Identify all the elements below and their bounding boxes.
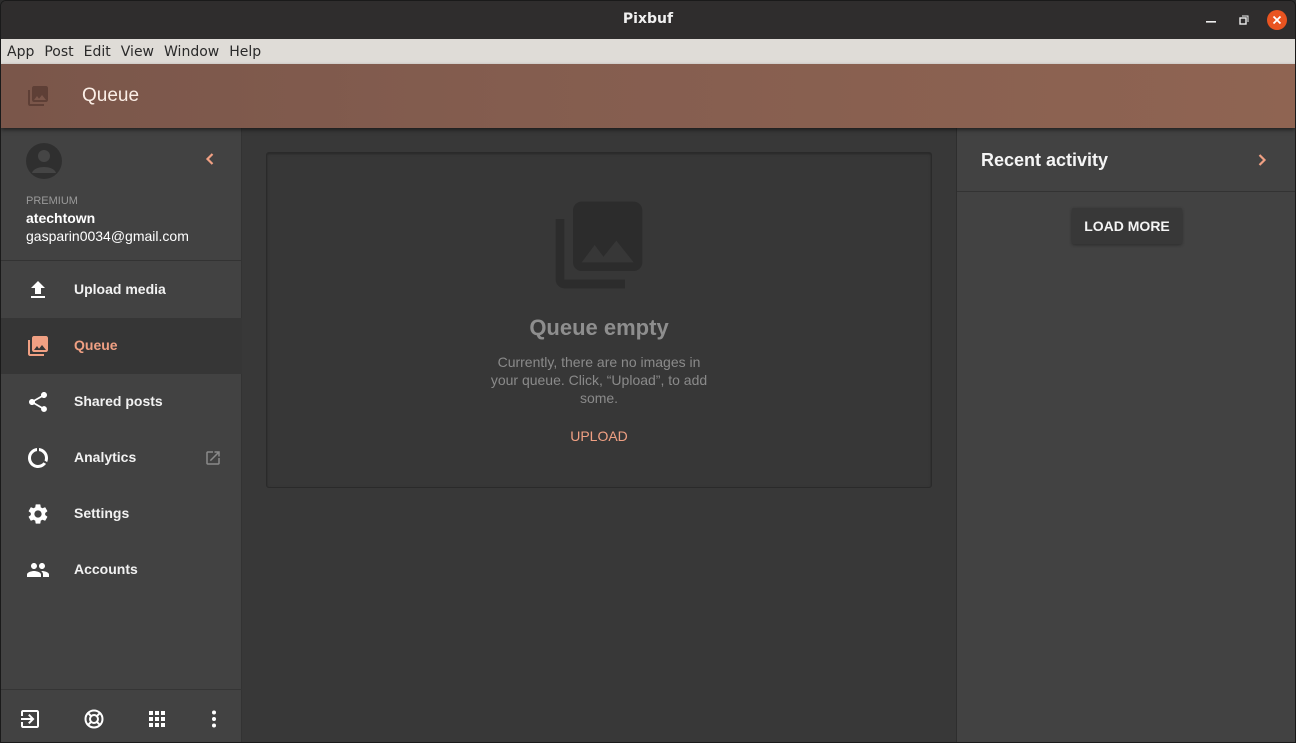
sidebar-item-label: Analytics — [74, 449, 137, 465]
recent-activity-title: Recent activity — [981, 150, 1109, 170]
menu-bar: App Post Edit View Window Help — [1, 39, 1295, 64]
close-icon — [1272, 15, 1282, 25]
apps-grid-icon[interactable] — [145, 707, 169, 731]
sidebar-item-queue[interactable]: Queue — [1, 318, 242, 374]
recent-activity-panel: Recent activity LOAD MORE — [956, 128, 1295, 742]
page-title: Queue — [82, 85, 140, 106]
photo-library-icon — [28, 86, 48, 106]
restore-button[interactable] — [1234, 10, 1254, 30]
window-title: Pixbuf — [622, 11, 674, 27]
photo-library-icon — [555, 201, 643, 289]
sidebar-item-label: Queue — [74, 337, 118, 353]
sidebar-nav: Upload media Queue Shared posts Analytic… — [1, 262, 242, 598]
chevron-right-icon — [1258, 154, 1267, 166]
queue-empty-card: Queue empty Currently, there are no imag… — [266, 152, 932, 488]
chevron-left-icon — [205, 153, 214, 165]
share-icon — [29, 392, 47, 412]
gear-icon — [28, 504, 48, 524]
sidebar-item-accounts[interactable]: Accounts — [1, 542, 242, 598]
menu-post[interactable]: Post — [44, 44, 73, 60]
photo-library-icon — [28, 336, 48, 356]
sidebar-footer — [1, 689, 242, 742]
upload-icon — [31, 281, 45, 298]
upload-button[interactable]: UPLOAD — [267, 428, 931, 444]
restore-icon — [1239, 15, 1249, 25]
empty-state-title: Queue empty — [529, 315, 669, 340]
expand-panel-button[interactable] — [1253, 151, 1271, 169]
menu-app[interactable]: App — [7, 44, 34, 60]
app-bar: Queue — [1, 64, 1295, 128]
menu-edit[interactable]: Edit — [84, 44, 111, 60]
menu-window[interactable]: Window — [164, 44, 219, 60]
sidebar-item-label: Settings — [74, 505, 130, 521]
minimize-button[interactable] — [1201, 10, 1221, 30]
avatar[interactable] — [26, 143, 62, 179]
account-tier: PREMIUM — [26, 195, 78, 207]
username: atechtown — [26, 210, 96, 226]
sidebar-item-label: Accounts — [74, 561, 138, 577]
people-icon — [27, 563, 49, 577]
analytics-ring-icon — [28, 448, 48, 468]
close-button[interactable] — [1267, 10, 1287, 30]
sign-in-icon[interactable] — [18, 707, 42, 731]
user-email: gasparin0034@gmail.com — [26, 228, 189, 244]
open-in-new-icon — [206, 451, 220, 465]
empty-state-description: Currently, there are no images in your q… — [490, 354, 708, 406]
sidebar-item-analytics[interactable]: Analytics — [1, 430, 242, 486]
menu-view[interactable]: View — [121, 44, 154, 60]
help-lifebuoy-icon[interactable] — [82, 707, 106, 731]
recent-activity-header: Recent activity — [957, 128, 1295, 192]
profile-panel: PREMIUM atechtown gasparin0034@gmail.com — [1, 128, 242, 261]
minimize-icon — [1206, 21, 1216, 23]
app-window: Pixbuf App Post Edit View Window Help Qu… — [0, 0, 1296, 743]
main-content: Queue empty Currently, there are no imag… — [243, 128, 956, 742]
sidebar-item-label: Shared posts — [74, 393, 163, 409]
collapse-sidebar-button[interactable] — [201, 150, 219, 168]
sidebar-item-settings[interactable]: Settings — [1, 486, 242, 542]
sidebar-item-shared-posts[interactable]: Shared posts — [1, 374, 242, 430]
load-more-button[interactable]: LOAD MORE — [1072, 208, 1182, 244]
sidebar: PREMIUM atechtown gasparin0034@gmail.com… — [1, 128, 242, 742]
sidebar-item-upload-media[interactable]: Upload media — [1, 262, 242, 318]
account-icon — [32, 150, 56, 173]
more-vert-icon[interactable] — [202, 707, 226, 731]
menu-help[interactable]: Help — [229, 44, 261, 60]
sidebar-item-label: Upload media — [74, 281, 166, 297]
title-bar: Pixbuf — [1, 1, 1295, 39]
